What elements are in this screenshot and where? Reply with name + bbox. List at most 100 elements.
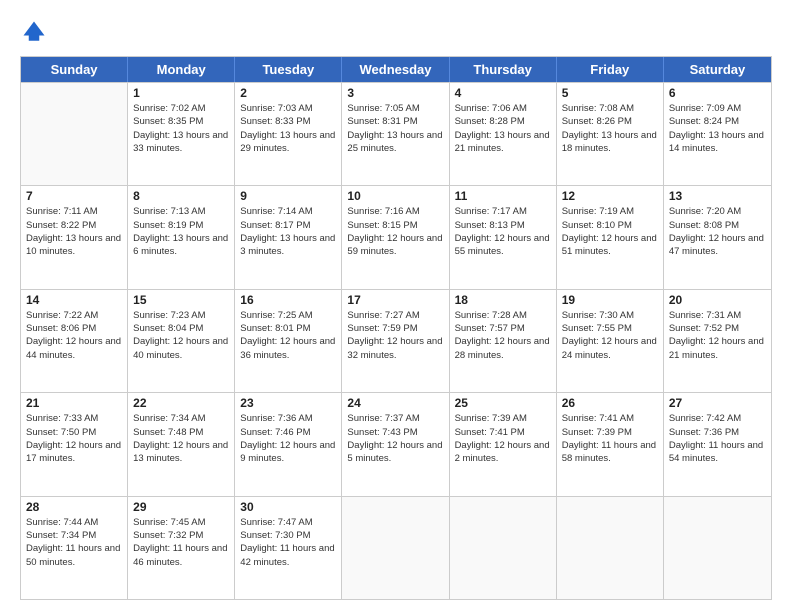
day-info: Sunrise: 7:19 AMSunset: 8:10 PMDaylight:… (562, 205, 658, 258)
calendar-header-saturday: Saturday (664, 57, 771, 82)
calendar-cell: 21 Sunrise: 7:33 AMSunset: 7:50 PMDayligh… (21, 393, 128, 495)
calendar-header-wednesday: Wednesday (342, 57, 449, 82)
day-info: Sunrise: 7:30 AMSunset: 7:55 PMDaylight:… (562, 309, 658, 362)
day-info: Sunrise: 7:44 AMSunset: 7:34 PMDaylight:… (26, 516, 122, 569)
day-number: 14 (26, 293, 122, 307)
day-info: Sunrise: 7:42 AMSunset: 7:36 PMDaylight:… (669, 412, 766, 465)
calendar-cell (557, 497, 664, 599)
day-info: Sunrise: 7:45 AMSunset: 7:32 PMDaylight:… (133, 516, 229, 569)
day-number: 22 (133, 396, 229, 410)
calendar-cell (342, 497, 449, 599)
logo-icon (20, 18, 48, 46)
day-info: Sunrise: 7:39 AMSunset: 7:41 PMDaylight:… (455, 412, 551, 465)
calendar-cell: 10 Sunrise: 7:16 AMSunset: 8:15 PMDayligh… (342, 186, 449, 288)
calendar-cell: 12 Sunrise: 7:19 AMSunset: 8:10 PMDayligh… (557, 186, 664, 288)
calendar-header-tuesday: Tuesday (235, 57, 342, 82)
day-info: Sunrise: 7:41 AMSunset: 7:39 PMDaylight:… (562, 412, 658, 465)
day-number: 19 (562, 293, 658, 307)
calendar-cell: 13Sunrise: 7:20 AMSunset: 8:08 PMDayligh… (664, 186, 771, 288)
day-number: 10 (347, 189, 443, 203)
day-number: 11 (455, 189, 551, 203)
day-info: Sunrise: 7:23 AMSunset: 8:04 PMDaylight:… (133, 309, 229, 362)
day-info: Sunrise: 7:36 AMSunset: 7:46 PMDaylight:… (240, 412, 336, 465)
day-info: Sunrise: 7:27 AMSunset: 7:59 PMDaylight:… (347, 309, 443, 362)
calendar-cell: 17 Sunrise: 7:27 AMSunset: 7:59 PMDayligh… (342, 290, 449, 392)
calendar-cell: 6 Sunrise: 7:09 AMSunset: 8:24 PMDaylight… (664, 83, 771, 185)
day-number: 7 (26, 189, 122, 203)
day-info: Sunrise: 7:33 AMSunset: 7:50 PMDaylight:… (26, 412, 122, 465)
calendar-cell: 9Sunrise: 7:14 AMSunset: 8:17 PMDaylight… (235, 186, 342, 288)
day-number: 2 (240, 86, 336, 100)
calendar-cell: 20 Sunrise: 7:31 AMSunset: 7:52 PMDayligh… (664, 290, 771, 392)
day-number: 26 (562, 396, 658, 410)
calendar-cell: 18 Sunrise: 7:28 AMSunset: 7:57 PMDayligh… (450, 290, 557, 392)
day-number: 1 (133, 86, 229, 100)
day-number: 5 (562, 86, 658, 100)
day-info: Sunrise: 7:08 AMSunset: 8:26 PMDaylight:… (562, 102, 658, 155)
calendar-week-3: 14 Sunrise: 7:22 AMSunset: 8:06 PMDayligh… (21, 289, 771, 392)
day-info: Sunrise: 7:06 AMSunset: 8:28 PMDaylight:… (455, 102, 551, 155)
calendar-cell: 19 Sunrise: 7:30 AMSunset: 7:55 PMDayligh… (557, 290, 664, 392)
day-number: 8 (133, 189, 229, 203)
day-number: 24 (347, 396, 443, 410)
calendar-cell: 25 Sunrise: 7:39 AMSunset: 7:41 PMDayligh… (450, 393, 557, 495)
day-info: Sunrise: 7:16 AMSunset: 8:15 PMDaylight:… (347, 205, 443, 258)
day-info: Sunrise: 7:13 AMSunset: 8:19 PMDaylight:… (133, 205, 229, 258)
day-number: 20 (669, 293, 766, 307)
calendar-header-row: SundayMondayTuesdayWednesdayThursdayFrid… (21, 57, 771, 82)
calendar-cell: 5 Sunrise: 7:08 AMSunset: 8:26 PMDaylight… (557, 83, 664, 185)
day-info: Sunrise: 7:25 AMSunset: 8:01 PMDaylight:… (240, 309, 336, 362)
day-number: 16 (240, 293, 336, 307)
calendar-header-sunday: Sunday (21, 57, 128, 82)
calendar-cell: 16 Sunrise: 7:25 AMSunset: 8:01 PMDayligh… (235, 290, 342, 392)
day-number: 12 (562, 189, 658, 203)
calendar-week-5: 28 Sunrise: 7:44 AMSunset: 7:34 PMDayligh… (21, 496, 771, 599)
day-info: Sunrise: 7:34 AMSunset: 7:48 PMDaylight:… (133, 412, 229, 465)
day-number: 29 (133, 500, 229, 514)
day-info: Sunrise: 7:31 AMSunset: 7:52 PMDaylight:… (669, 309, 766, 362)
calendar-cell (664, 497, 771, 599)
day-number: 27 (669, 396, 766, 410)
day-number: 6 (669, 86, 766, 100)
calendar: SundayMondayTuesdayWednesdayThursdayFrid… (20, 56, 772, 600)
day-number: 3 (347, 86, 443, 100)
calendar-cell: 22 Sunrise: 7:34 AMSunset: 7:48 PMDayligh… (128, 393, 235, 495)
calendar-cell: 30 Sunrise: 7:47 AMSunset: 7:30 PMDayligh… (235, 497, 342, 599)
calendar-cell: 4 Sunrise: 7:06 AMSunset: 8:28 PMDaylight… (450, 83, 557, 185)
calendar-cell: 15 Sunrise: 7:23 AMSunset: 8:04 PMDayligh… (128, 290, 235, 392)
day-number: 25 (455, 396, 551, 410)
calendar-body: 1 Sunrise: 7:02 AMSunset: 8:35 PMDaylight… (21, 82, 771, 599)
day-number: 15 (133, 293, 229, 307)
day-info: Sunrise: 7:20 AMSunset: 8:08 PMDaylight:… (669, 205, 766, 258)
day-info: Sunrise: 7:22 AMSunset: 8:06 PMDaylight:… (26, 309, 122, 362)
calendar-cell: 8 Sunrise: 7:13 AMSunset: 8:19 PMDaylight… (128, 186, 235, 288)
calendar-cell: 3 Sunrise: 7:05 AMSunset: 8:31 PMDaylight… (342, 83, 449, 185)
day-info: Sunrise: 7:09 AMSunset: 8:24 PMDaylight:… (669, 102, 766, 155)
calendar-week-4: 21 Sunrise: 7:33 AMSunset: 7:50 PMDayligh… (21, 392, 771, 495)
day-info: Sunrise: 7:03 AMSunset: 8:33 PMDaylight:… (240, 102, 336, 155)
calendar-cell (21, 83, 128, 185)
day-number: 21 (26, 396, 122, 410)
day-info: Sunrise: 7:37 AMSunset: 7:43 PMDaylight:… (347, 412, 443, 465)
calendar-header-thursday: Thursday (450, 57, 557, 82)
day-info: Sunrise: 7:47 AMSunset: 7:30 PMDaylight:… (240, 516, 336, 569)
day-info: Sunrise: 7:02 AMSunset: 8:35 PMDaylight:… (133, 102, 229, 155)
calendar-cell: 27 Sunrise: 7:42 AMSunset: 7:36 PMDayligh… (664, 393, 771, 495)
day-info: Sunrise: 7:17 AMSunset: 8:13 PMDaylight:… (455, 205, 551, 258)
day-number: 23 (240, 396, 336, 410)
calendar-week-2: 7 Sunrise: 7:11 AMSunset: 8:22 PMDaylight… (21, 185, 771, 288)
calendar-cell: 2 Sunrise: 7:03 AMSunset: 8:33 PMDaylight… (235, 83, 342, 185)
day-number: 4 (455, 86, 551, 100)
calendar-cell (450, 497, 557, 599)
day-info: Sunrise: 7:28 AMSunset: 7:57 PMDaylight:… (455, 309, 551, 362)
calendar-week-1: 1 Sunrise: 7:02 AMSunset: 8:35 PMDaylight… (21, 82, 771, 185)
day-number: 17 (347, 293, 443, 307)
day-number: 18 (455, 293, 551, 307)
day-number: 30 (240, 500, 336, 514)
calendar-cell: 23 Sunrise: 7:36 AMSunset: 7:46 PMDayligh… (235, 393, 342, 495)
day-number: 28 (26, 500, 122, 514)
page: SundayMondayTuesdayWednesdayThursdayFrid… (0, 0, 792, 612)
day-info: Sunrise: 7:11 AMSunset: 8:22 PMDaylight:… (26, 205, 122, 258)
day-info: Sunrise: 7:05 AMSunset: 8:31 PMDaylight:… (347, 102, 443, 155)
calendar-cell: 7 Sunrise: 7:11 AMSunset: 8:22 PMDaylight… (21, 186, 128, 288)
